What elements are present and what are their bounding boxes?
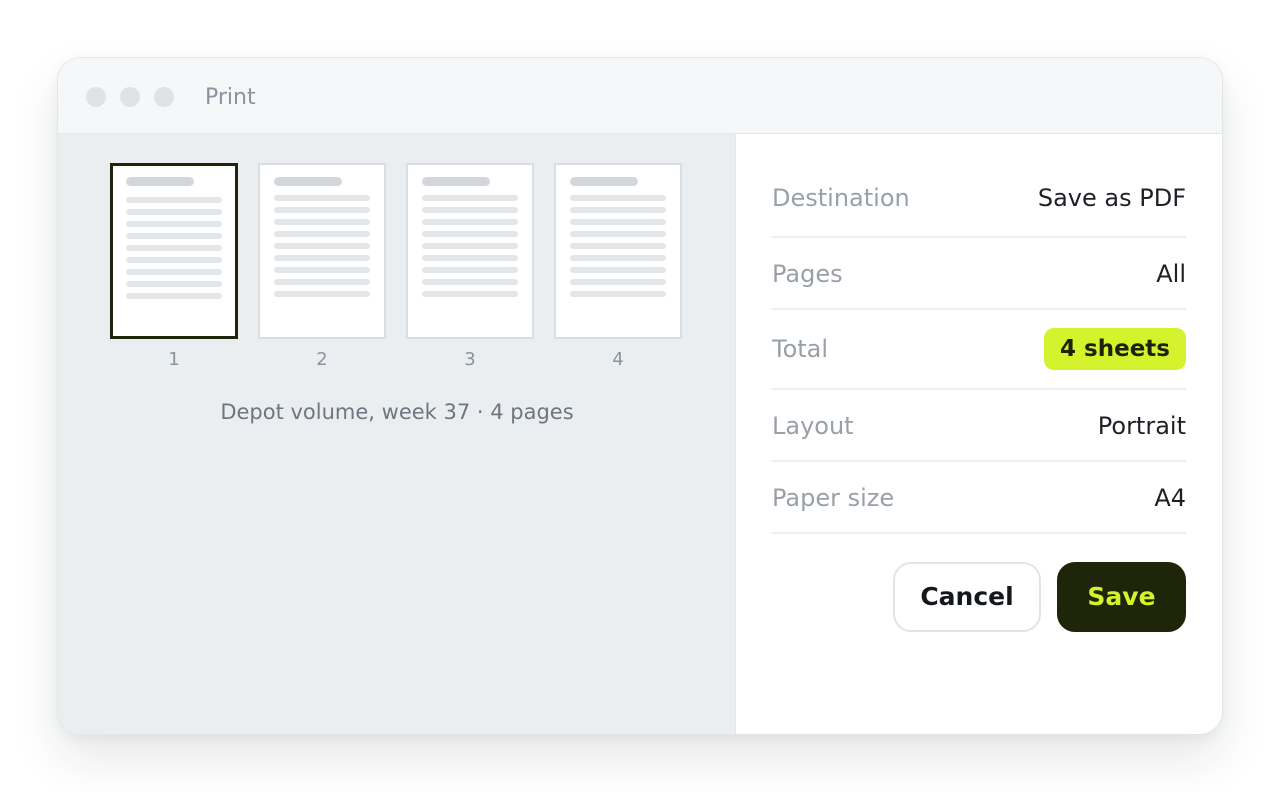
page-thumbnail-4[interactable] xyxy=(554,163,682,339)
setting-paper-size[interactable]: Paper size A4 xyxy=(772,462,1186,534)
thumbnail-line xyxy=(422,195,518,201)
save-button[interactable]: Save xyxy=(1057,562,1186,632)
settings-panel: Destination Save as PDF Pages All Total … xyxy=(736,134,1222,734)
page-thumbnail-1[interactable] xyxy=(110,163,238,339)
thumbnail-line xyxy=(570,231,666,237)
thumbnail-line xyxy=(570,207,666,213)
page-number-label: 4 xyxy=(612,349,624,370)
thumbnail-heading xyxy=(422,177,490,186)
thumbnail-line xyxy=(274,243,370,249)
thumbnail-line xyxy=(422,231,518,237)
setting-label: Paper size xyxy=(772,484,895,512)
thumbnail-line xyxy=(422,219,518,225)
page-thumbnail-3[interactable] xyxy=(406,163,534,339)
thumbnail-line xyxy=(126,293,222,299)
total-sheets-badge: 4 sheets xyxy=(1044,328,1186,370)
cancel-button[interactable]: Cancel xyxy=(893,562,1041,632)
title-bar: Print xyxy=(58,58,1222,134)
thumbnail-line xyxy=(274,207,370,213)
thumbnail-line xyxy=(274,267,370,273)
setting-label: Layout xyxy=(772,412,854,440)
page-number-label: 2 xyxy=(316,349,328,370)
thumbnail-line xyxy=(126,221,222,227)
thumbnail-line xyxy=(570,279,666,285)
preview-pane: 1 2 3 4 Depot volume, week 37 · 4 pages xyxy=(58,134,736,734)
close-window-button[interactable] xyxy=(86,87,106,107)
thumbnail-line xyxy=(570,195,666,201)
setting-destination[interactable]: Destination Save as PDF xyxy=(772,156,1186,238)
thumbnail-line xyxy=(126,233,222,239)
maximize-window-button[interactable] xyxy=(154,87,174,107)
thumbnail-line xyxy=(422,291,518,297)
setting-pages[interactable]: Pages All xyxy=(772,238,1186,310)
thumbnail-line xyxy=(422,243,518,249)
thumbnail-line xyxy=(570,255,666,261)
setting-label: Total xyxy=(772,335,829,363)
setting-label: Destination xyxy=(772,184,910,212)
thumbnail-heading xyxy=(126,177,194,186)
thumbnail-line xyxy=(274,279,370,285)
window-title: Print xyxy=(205,85,256,110)
thumbnail-line xyxy=(274,255,370,261)
thumbnail-heading xyxy=(570,177,638,186)
thumbnail-line xyxy=(570,243,666,249)
thumbnail-line xyxy=(126,257,222,263)
setting-total: Total 4 sheets xyxy=(772,310,1186,390)
thumbnail-line xyxy=(126,197,222,203)
setting-label: Pages xyxy=(772,260,843,288)
page-number-label: 3 xyxy=(464,349,476,370)
document-caption: Depot volume, week 37 · 4 pages xyxy=(220,400,574,424)
thumbnail-line xyxy=(422,267,518,273)
thumbnail-line xyxy=(126,245,222,251)
thumbnail-line xyxy=(570,291,666,297)
thumbnail-line xyxy=(274,195,370,201)
thumbnail-line xyxy=(274,231,370,237)
thumbnail-line xyxy=(570,219,666,225)
thumbnail-line xyxy=(422,207,518,213)
thumbnail-line xyxy=(126,209,222,215)
layout-value[interactable]: Portrait xyxy=(1098,412,1186,440)
thumbnail-line xyxy=(274,291,370,297)
thumbnail-line xyxy=(126,269,222,275)
minimize-window-button[interactable] xyxy=(120,87,140,107)
thumbnail-line xyxy=(422,255,518,261)
destination-value[interactable]: Save as PDF xyxy=(1038,184,1186,212)
paper-size-value[interactable]: A4 xyxy=(1154,484,1186,512)
thumbnail-line xyxy=(422,279,518,285)
thumbnail-line xyxy=(126,281,222,287)
page-number-label: 1 xyxy=(168,349,180,370)
print-dialog: Print 1 2 3 4 Depot volume, week 37 · 4 … xyxy=(57,57,1223,735)
setting-layout[interactable]: Layout Portrait xyxy=(772,390,1186,462)
thumbnail-line xyxy=(570,267,666,273)
page-thumbnail-2[interactable] xyxy=(258,163,386,339)
pages-value[interactable]: All xyxy=(1156,260,1186,288)
thumbnail-line xyxy=(274,219,370,225)
thumbnail-heading xyxy=(274,177,342,186)
